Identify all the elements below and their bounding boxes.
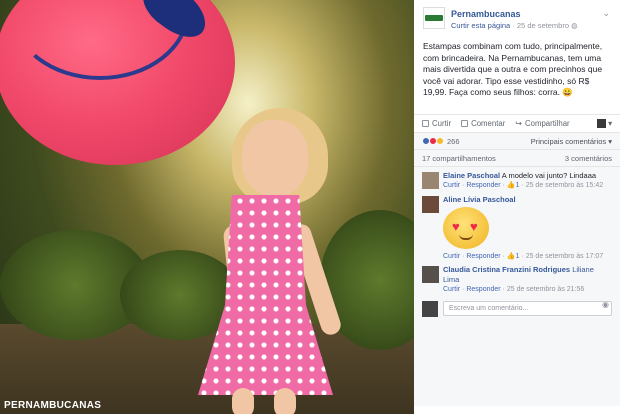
comment-item: Elaine Paschoal A modelo vai junto? Lind… xyxy=(422,171,612,191)
girl-leg xyxy=(274,388,296,414)
comment-meta: Curtir · Responder · 👍1 · 25 de setembro… xyxy=(443,252,604,260)
commenter-avatar[interactable] xyxy=(422,266,439,283)
comment-text: A modelo vai junto? Lindaaa xyxy=(501,171,597,180)
photo-watermark: PERNAMBUCANAS xyxy=(4,400,102,411)
smile-mouth xyxy=(459,234,473,240)
reactions-row[interactable]: 266 Principais comentários ▾ xyxy=(414,132,620,149)
comment-likes[interactable]: 👍1 xyxy=(507,253,520,260)
comment-reply-link[interactable]: Responder xyxy=(466,182,500,189)
like-page-link[interactable]: Curtir esta página xyxy=(451,21,510,30)
comment-meta: Curtir · Responder · 25 de setembro às 2… xyxy=(443,286,585,293)
share-icon: ↪ xyxy=(515,118,522,128)
post-panel: Pernambucanas Curtir esta página · 25 de… xyxy=(414,0,620,414)
comment-body: Aline Lívia Paschoal xyxy=(443,195,612,205)
current-user-avatar xyxy=(422,300,438,317)
like-label: Curtir xyxy=(432,118,452,128)
comment-input[interactable]: Escreva um comentário... xyxy=(443,300,612,316)
comment-time[interactable]: 25 de setembro às 21:56 xyxy=(507,286,584,293)
heart-eyes-emoji-sticker: ♥ ♥ xyxy=(443,206,489,249)
commenter-avatar[interactable] xyxy=(422,195,439,213)
post-actions: Curtir Comentar ↪ Compartilhar ▾ xyxy=(414,114,620,131)
share-button[interactable]: ↪ Compartilhar xyxy=(515,119,569,128)
comment-likes-count: 1 xyxy=(515,182,520,189)
comment-label: Comentar xyxy=(471,118,506,128)
thumbs-up-icon xyxy=(422,119,429,127)
post-photo[interactable]: PERNAMBUCANAS xyxy=(0,0,414,414)
girl-face xyxy=(242,120,308,196)
like-button[interactable]: Curtir xyxy=(422,119,451,128)
comment-likes[interactable]: 👍1 xyxy=(507,182,520,189)
shares-count[interactable]: 17 compartilhamentos xyxy=(422,154,496,166)
photo-viewer: PERNAMBUCANAS Pernambucanas Curtir esta … xyxy=(0,0,620,414)
stats-row: 17 compartilhamentos 3 comentários xyxy=(414,149,620,166)
comment-like-link[interactable]: Curtir xyxy=(443,286,460,293)
wow-reaction-icon xyxy=(436,137,444,145)
heart-eye-icon: ♥ xyxy=(452,218,460,234)
share-label: Compartilhar xyxy=(525,118,570,128)
girl-leg xyxy=(232,388,254,414)
page-name[interactable]: Pernambucanas xyxy=(451,9,521,19)
brand-logo xyxy=(425,15,443,21)
comment-like-link[interactable]: Curtir xyxy=(443,253,460,260)
commenter-avatar[interactable] xyxy=(422,172,439,189)
comments-list: Elaine Paschoal A modelo vai junto? Lind… xyxy=(414,166,620,406)
comment-item: Claudia Cristina Franzini Rodrigues Lili… xyxy=(422,265,612,295)
post-as-selector[interactable]: ▾ xyxy=(597,118,612,128)
comments-count[interactable]: 3 comentários xyxy=(565,154,612,166)
comment-body: Claudia Cristina Franzini Rodrigues Lili… xyxy=(443,265,612,285)
globe-icon: ◍ xyxy=(571,21,578,30)
comment-reply-link[interactable]: Responder xyxy=(466,253,500,260)
camera-icon[interactable]: ◉ xyxy=(602,300,609,309)
comment-time[interactable]: 25 de setembro às 15:42 xyxy=(526,182,603,189)
comment-body: Elaine Paschoal A modelo vai junto? Lind… xyxy=(443,171,612,181)
comment-sort-dropdown[interactable]: Principais comentários ▾ xyxy=(531,137,612,146)
sort-label: Principais comentários xyxy=(530,136,607,146)
post-text: Estampas combinam com tudo, principalmen… xyxy=(423,41,603,97)
chevron-down-icon[interactable]: ⌄ xyxy=(602,8,610,19)
page-avatar[interactable] xyxy=(423,7,445,29)
comment-meta: Curtir · Responder · 👍1 · 25 de setembro… xyxy=(443,182,604,189)
comment-button[interactable]: Comentar xyxy=(461,119,505,128)
comment-author[interactable]: Aline Lívia Paschoal xyxy=(443,195,516,204)
comment-likes-count: 1 xyxy=(515,252,520,260)
user-avatar xyxy=(597,118,607,128)
comment-item: Aline Lívia Paschoal ♥ ♥ Curtir · Respon… xyxy=(422,195,612,262)
comment-author[interactable]: Claudia Cristina Franzini Rodrigues xyxy=(443,265,570,274)
comment-like-link[interactable]: Curtir xyxy=(443,182,460,189)
comment-composer: Escreva um comentário... ◉ xyxy=(422,299,612,319)
comment-author[interactable]: Elaine Paschoal xyxy=(443,171,500,180)
comment-time[interactable]: 25 de setembro às 17:07 xyxy=(526,253,603,260)
post-meta: Curtir esta página · 25 de setembro ◍ xyxy=(451,21,578,30)
comment-icon xyxy=(461,119,469,127)
post-header: Pernambucanas Curtir esta página · 25 de… xyxy=(414,0,620,36)
heart-eye-icon: ♥ xyxy=(470,218,478,234)
caret-down-icon: ▾ xyxy=(608,118,612,128)
reaction-count[interactable]: 266 xyxy=(447,137,460,146)
post-date[interactable]: 25 de setembro xyxy=(517,21,569,30)
comment-reply-link[interactable]: Responder xyxy=(466,286,500,293)
